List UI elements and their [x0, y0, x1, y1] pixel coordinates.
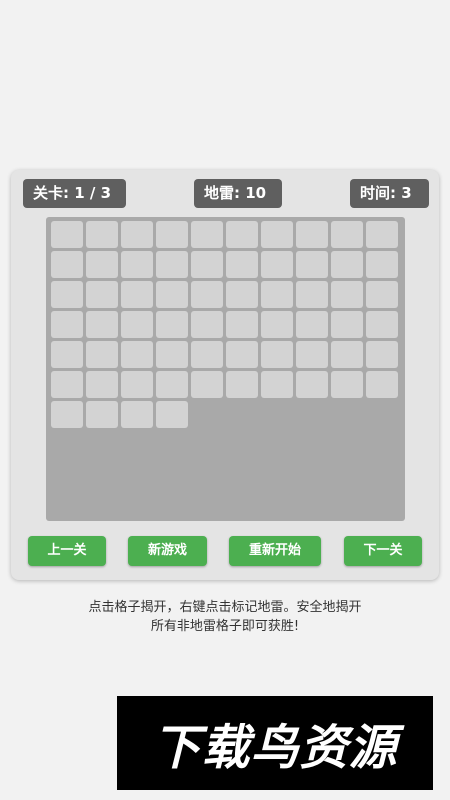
grid-cell[interactable] — [191, 251, 223, 278]
grid-cell[interactable] — [51, 221, 83, 248]
timer: 时间: 3 — [350, 179, 429, 208]
grid-cell[interactable] — [331, 311, 363, 338]
grid-cell[interactable] — [121, 371, 153, 398]
grid-cell[interactable] — [331, 371, 363, 398]
instructions-text: 点击格子揭开，右键点击标记地雷。安全地揭开 所有非地雷格子即可获胜! — [25, 598, 425, 636]
instructions-line-2: 所有非地雷格子即可获胜! — [150, 619, 300, 634]
grid-cell[interactable] — [331, 251, 363, 278]
grid-cell[interactable] — [366, 281, 398, 308]
instructions-line-1: 点击格子揭开，右键点击标记地雷。安全地揭开 — [88, 600, 362, 615]
grid-cell[interactable] — [156, 311, 188, 338]
grid-cell[interactable] — [226, 311, 258, 338]
grid-cell[interactable] — [156, 341, 188, 368]
grid-cell[interactable] — [366, 251, 398, 278]
watermark-text: 下载鸟资源 — [152, 720, 398, 776]
grid-cell[interactable] — [331, 281, 363, 308]
grid-cell[interactable] — [331, 341, 363, 368]
minesweeper-board — [46, 217, 405, 521]
grid-cell[interactable] — [86, 221, 118, 248]
grid-cell[interactable] — [86, 401, 118, 428]
grid-cell[interactable] — [191, 371, 223, 398]
grid-cell[interactable] — [121, 251, 153, 278]
grid-cell[interactable] — [121, 401, 153, 428]
grid-cell[interactable] — [156, 371, 188, 398]
grid-cell[interactable] — [366, 371, 398, 398]
grid-cell[interactable] — [261, 221, 293, 248]
grid-cell[interactable] — [226, 251, 258, 278]
grid-cell[interactable] — [261, 341, 293, 368]
grid-cell[interactable] — [121, 341, 153, 368]
watermark-logo: 下载鸟资源 — [117, 696, 433, 790]
grid-cell[interactable] — [51, 341, 83, 368]
grid-cell[interactable] — [296, 341, 328, 368]
grid-cell[interactable] — [156, 401, 188, 428]
grid-cell[interactable] — [51, 401, 83, 428]
grid-cell[interactable] — [296, 311, 328, 338]
grid-cell[interactable] — [226, 341, 258, 368]
grid-cell[interactable] — [51, 371, 83, 398]
grid-cell[interactable] — [86, 341, 118, 368]
grid-cell[interactable] — [121, 311, 153, 338]
grid-cell[interactable] — [331, 221, 363, 248]
grid-cell[interactable] — [226, 221, 258, 248]
grid-cell[interactable] — [226, 281, 258, 308]
grid-cell[interactable] — [86, 311, 118, 338]
grid-cell[interactable] — [51, 311, 83, 338]
restart-button[interactable]: 重新开始 — [229, 536, 321, 566]
grid-cell[interactable] — [296, 281, 328, 308]
grid-cell[interactable] — [366, 311, 398, 338]
grid-cell[interactable] — [296, 371, 328, 398]
grid-cell[interactable] — [191, 311, 223, 338]
grid-cell[interactable] — [86, 251, 118, 278]
previous-level-button[interactable]: 上一关 — [28, 536, 106, 566]
level-indicator: 关卡: 1 / 3 — [23, 179, 126, 208]
next-level-button[interactable]: 下一关 — [344, 536, 422, 566]
grid-cell[interactable] — [191, 341, 223, 368]
grid-cell[interactable] — [366, 341, 398, 368]
game-panel: 关卡: 1 / 3 地雷: 10 时间: 3 上一关 新游戏 重新开始 下一关 — [11, 170, 439, 580]
grid-cell[interactable] — [86, 281, 118, 308]
grid-cell[interactable] — [156, 281, 188, 308]
grid-cell[interactable] — [261, 371, 293, 398]
grid-cell[interactable] — [261, 311, 293, 338]
grid-cell[interactable] — [226, 371, 258, 398]
grid-cell[interactable] — [261, 281, 293, 308]
grid-cell[interactable] — [51, 281, 83, 308]
grid-cell[interactable] — [191, 281, 223, 308]
grid-cell[interactable] — [296, 251, 328, 278]
grid-cell[interactable] — [366, 221, 398, 248]
grid-cell[interactable] — [121, 221, 153, 248]
grid-cell[interactable] — [121, 281, 153, 308]
grid-cell[interactable] — [86, 371, 118, 398]
cell-grid — [51, 221, 401, 428]
grid-cell[interactable] — [156, 251, 188, 278]
mine-counter: 地雷: 10 — [194, 179, 282, 208]
grid-cell[interactable] — [156, 221, 188, 248]
grid-cell[interactable] — [51, 251, 83, 278]
new-game-button[interactable]: 新游戏 — [128, 536, 207, 566]
grid-cell[interactable] — [296, 221, 328, 248]
grid-cell[interactable] — [191, 221, 223, 248]
grid-cell[interactable] — [261, 251, 293, 278]
